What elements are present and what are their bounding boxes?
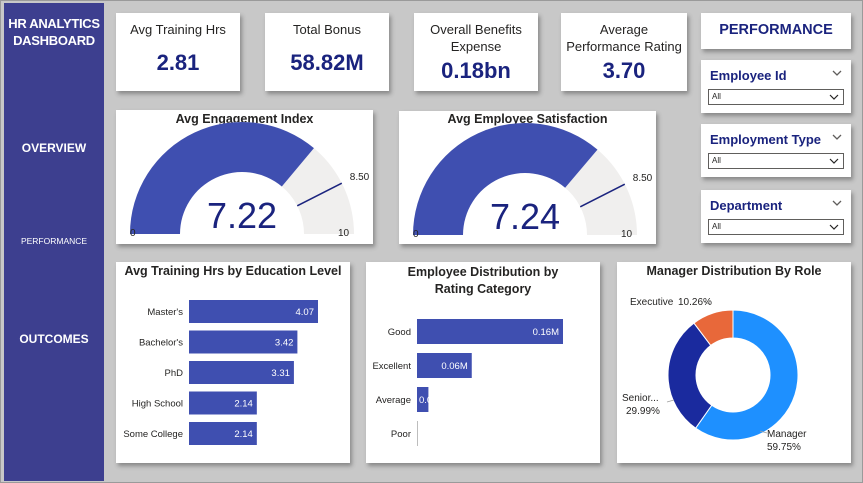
gauge-value: 7.22 <box>207 195 277 236</box>
bar-data-label: 4.07 <box>296 307 315 318</box>
gauge-engagement-card: Avg Engagement Index 8.50 7.22 0 10 <box>116 110 373 244</box>
bar-data-label: 0.06M <box>441 361 467 372</box>
bar-chart: Master's 4.07 Bachelor's 3.42 PhD 3.31 High Sc… <box>123 300 318 445</box>
bar-category-label: Some College <box>123 429 183 440</box>
bar-data-label: 2.14 <box>234 399 253 410</box>
page-title-card: PERFORMANCE <box>701 13 851 49</box>
gauge-value: 7.24 <box>490 196 560 237</box>
chevron-down-icon <box>829 224 839 230</box>
bar-category-label: Bachelor's <box>139 338 183 349</box>
slicer-dropdown[interactable]: All <box>708 219 844 235</box>
slicer-title: Employment Type <box>710 132 822 147</box>
nav-outcomes[interactable]: OUTCOMES <box>4 332 104 346</box>
gauge-chart: 8.50 7.22 0 10 <box>130 122 370 239</box>
slicer-employee-id: Employee Id All <box>701 60 851 113</box>
donut-label-name: Executive <box>630 297 674 308</box>
bar-data-label: 0.16M <box>533 327 559 338</box>
nav-performance[interactable]: PERFORMANCE <box>4 236 104 246</box>
bar-category-label: High School <box>132 399 183 410</box>
bar-category-label: PhD <box>165 368 184 379</box>
kpi-label: Avg Training Hrs <box>130 22 226 37</box>
slicer-employment-type: Employment Type All <box>701 124 851 177</box>
bar-chart: Good 0.16M Excellent 0.06M Average 0.0 Poor <box>372 319 563 446</box>
chevron-down-icon[interactable] <box>831 68 843 78</box>
chevron-down-icon <box>829 158 839 164</box>
gauge-target-label: 8.50 <box>350 172 370 183</box>
nav-overview[interactable]: OVERVIEW <box>4 141 104 155</box>
bar-category-label: Excellent <box>372 361 411 372</box>
donut-label-name: Senior... <box>622 393 659 404</box>
gauge-satisfaction-card: Avg Employee Satisfaction 8.50 7.24 0 10 <box>399 111 656 244</box>
slicer-value: All <box>712 92 721 101</box>
donut-label-name: Manager <box>767 429 807 440</box>
kpi-label: Total Bonus <box>293 22 361 37</box>
page-title: PERFORMANCE <box>719 22 833 38</box>
kpi-value: 58.82M <box>290 50 364 75</box>
slicer-title: Department <box>710 198 783 213</box>
donut-label-value: 29.99% <box>626 406 660 417</box>
bar-data-label: 0.0 <box>419 395 432 406</box>
bar-training-by-education-card: Avg Training Hrs by Education Level Mast… <box>116 262 350 463</box>
kpi-label: Overall Benefits Expense <box>430 22 522 54</box>
donut-slice <box>667 322 713 429</box>
kpi-overall-benefits-expense: Overall Benefits Expense 0.18bn <box>414 13 538 91</box>
gauge-target-label: 8.50 <box>633 173 653 184</box>
bar-data-label: 3.42 <box>275 338 294 349</box>
dashboard-title: HR ANALYTICS DASHBOARD <box>8 16 100 48</box>
bar-category-label: Poor <box>391 429 411 440</box>
chevron-down-icon <box>829 94 839 100</box>
bar-category-label: Average <box>376 395 411 406</box>
kpi-avg-training-hrs: Avg Training Hrs 2.81 <box>116 13 240 91</box>
kpi-value: 3.70 <box>602 58 646 83</box>
gauge-chart: 8.50 7.24 0 10 <box>413 122 653 240</box>
kpi-value: 2.81 <box>156 50 200 75</box>
slicer-value: All <box>712 156 721 165</box>
donut-chart: Manager 59.75% Senior... 29.99% Executive 10.… <box>622 297 807 453</box>
slicer-dropdown[interactable]: All <box>708 153 844 169</box>
chevron-down-icon[interactable] <box>831 132 843 142</box>
slicer-department: Department All <box>701 190 851 243</box>
donut-label-value: 59.75% <box>767 442 801 453</box>
slicer-value: All <box>712 222 721 231</box>
bar-data-label: 2.14 <box>234 429 253 440</box>
donut-label-value: 10.26% <box>678 297 712 308</box>
gauge-min-label: 0 <box>130 228 136 239</box>
bar-category-label: Master's <box>147 307 183 318</box>
gauge-min-label: 0 <box>413 229 419 240</box>
kpi-total-bonus: Total Bonus 58.82M <box>265 13 389 91</box>
kpi-value: 0.18bn <box>441 58 511 83</box>
bar-category-label: Good <box>388 327 411 338</box>
kpi-avg-performance-rating: Average Performance Rating 3.70 <box>561 13 687 91</box>
bar-data-label: 3.31 <box>271 368 290 379</box>
bar-rating-category-card: Employee Distribution by Rating Category… <box>366 262 600 463</box>
slicer-title: Employee Id <box>710 68 787 83</box>
donut-manager-role-card: Manager Distribution By Role Manager 59.7… <box>617 262 851 463</box>
kpi-label: Average Performance Rating <box>566 22 682 54</box>
gauge-max-label: 10 <box>621 229 633 240</box>
chevron-down-icon[interactable] <box>831 198 843 208</box>
gauge-max-label: 10 <box>338 228 350 239</box>
sidebar: HR ANALYTICS DASHBOARD OVERVIEW PERFORMA… <box>4 3 104 481</box>
slicer-dropdown[interactable]: All <box>708 89 844 105</box>
